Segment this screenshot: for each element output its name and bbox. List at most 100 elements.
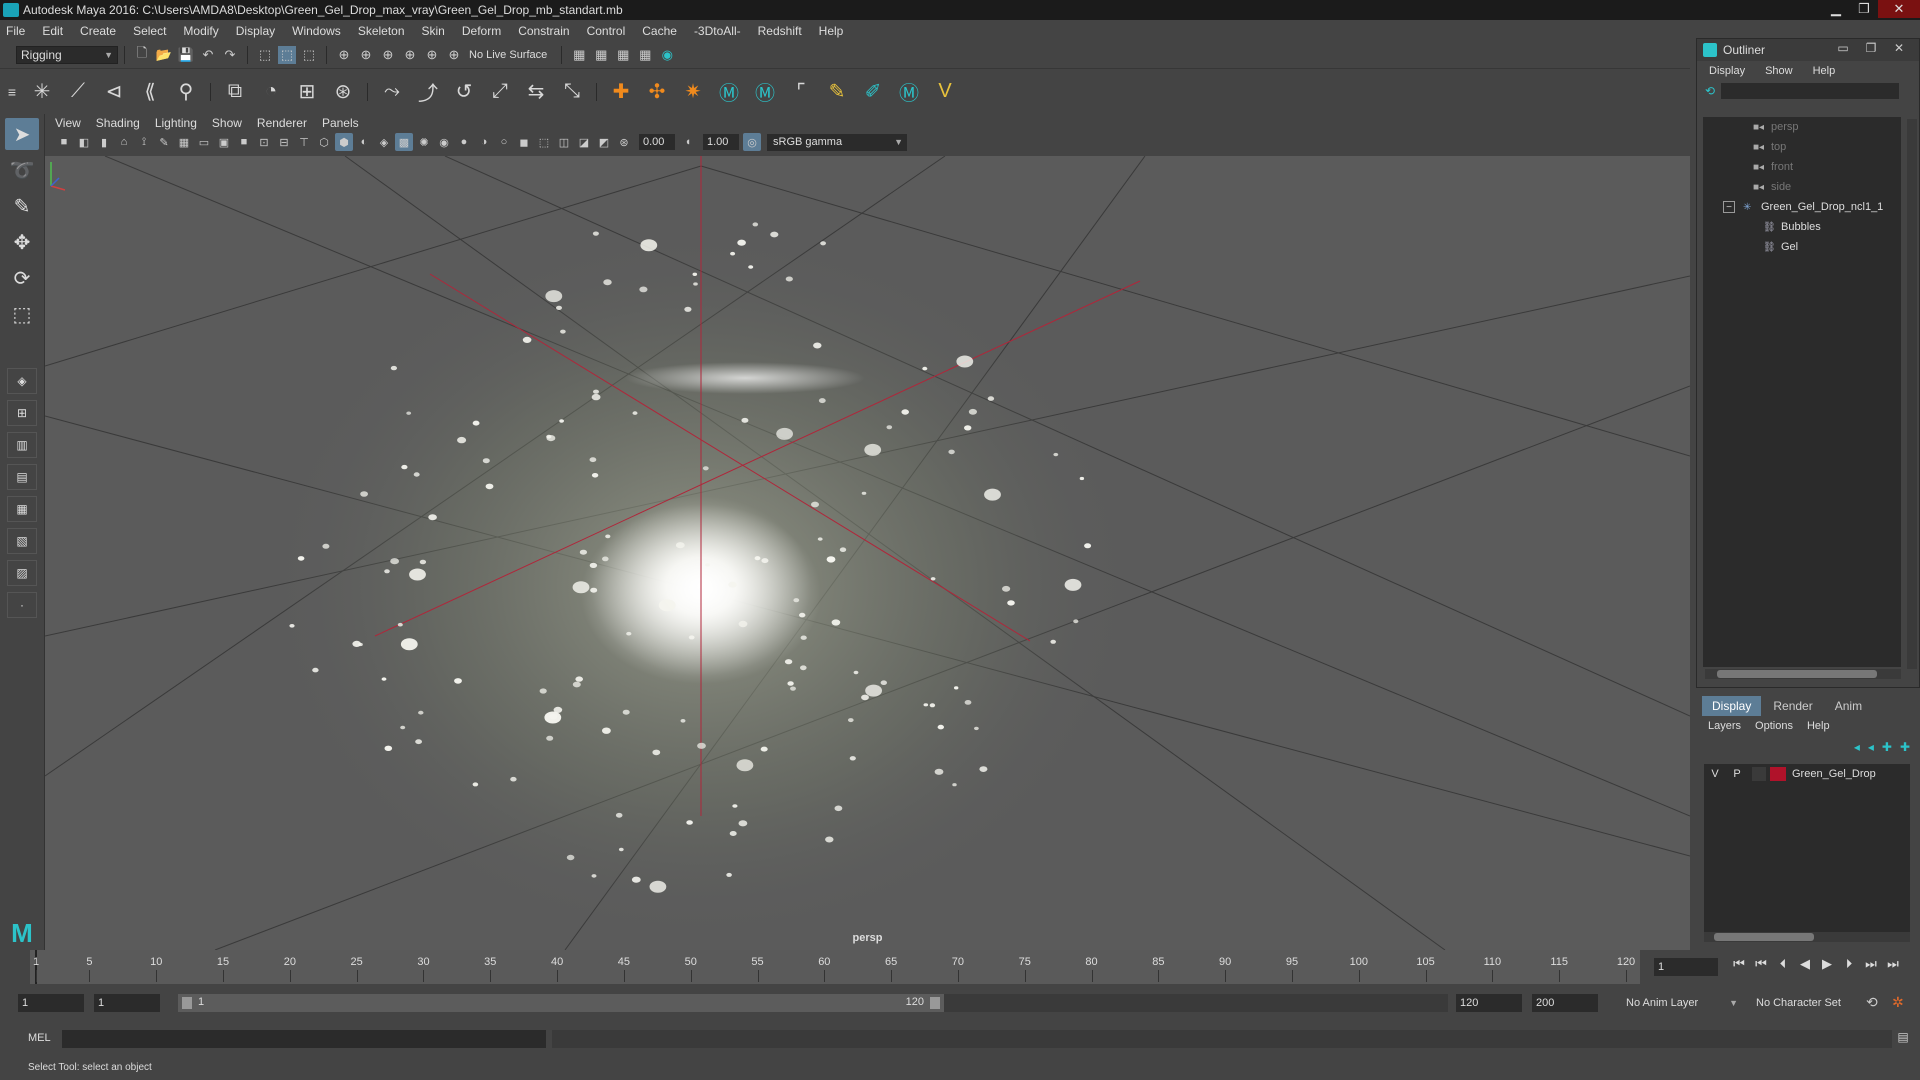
menu-edit[interactable]: Edit xyxy=(42,24,63,38)
screen-ao-icon[interactable]: ● xyxy=(455,133,473,151)
lasso-tool-icon[interactable]: ➰ xyxy=(5,154,39,186)
outliner-vertical-scrollbar[interactable] xyxy=(1907,119,1917,669)
layer-playback-toggle[interactable]: P xyxy=(1726,768,1748,780)
tab-render[interactable]: Render xyxy=(1763,696,1822,716)
blank-shelf-icon[interactable]: ⌜ xyxy=(786,77,816,107)
layout-menu-icon[interactable]: · xyxy=(7,592,37,618)
anti-aliasing-icon[interactable]: ○ xyxy=(495,133,513,151)
shelf-menu-icon[interactable]: ≡ xyxy=(3,77,21,107)
hypershade-icon[interactable]: ▦ xyxy=(636,46,654,64)
redshift-icon[interactable]: ◉ xyxy=(658,46,676,64)
persp-graph-layout-icon[interactable]: ▤ xyxy=(7,464,37,490)
tab-anim[interactable]: Anim xyxy=(1825,696,1872,716)
gamma-field[interactable]: 1.00 xyxy=(703,134,739,150)
new-layer-icon[interactable]: ✚ xyxy=(1882,740,1892,754)
exposure-icon[interactable]: ⊛ xyxy=(615,133,633,151)
play-backwards-icon[interactable]: ◀ xyxy=(1794,956,1816,972)
gate-mask-icon[interactable]: ■ xyxy=(235,133,253,151)
resolution-gate-icon[interactable]: ▣ xyxy=(215,133,233,151)
scale-constraint-icon[interactable]: ⤢ xyxy=(485,77,515,107)
ncloth-icon[interactable]: Ⓜ xyxy=(714,77,744,107)
wireframe-icon[interactable]: ⬡ xyxy=(315,133,333,151)
render-settings-icon[interactable]: ▦ xyxy=(614,46,632,64)
aim-constraint-icon[interactable]: ⤴ xyxy=(413,77,443,107)
bind-skin-icon[interactable]: ⧉ xyxy=(220,77,250,107)
hypershade-layout-icon[interactable]: ▦ xyxy=(7,496,37,522)
new-scene-icon[interactable]: 🗋 xyxy=(133,45,151,64)
tab-display[interactable]: Display xyxy=(1702,696,1762,716)
undo-icon[interactable]: ↶ xyxy=(199,46,217,64)
menu-windows[interactable]: Windows xyxy=(292,24,341,38)
orient-constraint-icon[interactable]: ↺ xyxy=(449,77,479,107)
color-management-icon[interactable]: ◎ xyxy=(743,133,761,151)
range-slider-range[interactable]: 1 120 xyxy=(178,994,944,1012)
emitter-icon[interactable]: ✷ xyxy=(678,77,708,107)
select-tool-icon[interactable]: ➤ xyxy=(5,118,39,150)
four-view-layout-icon[interactable]: ⊞ xyxy=(7,400,37,426)
live-surface-label[interactable]: No Live Surface xyxy=(469,49,547,61)
snap-curve-icon[interactable]: ⊕ xyxy=(357,46,375,64)
step-forward-frame-icon[interactable]: ⏵ xyxy=(1838,956,1860,972)
range-end-handle[interactable] xyxy=(930,997,940,1009)
menu-modify[interactable]: Modify xyxy=(183,24,218,38)
menu-skeleton[interactable]: Skeleton xyxy=(358,24,405,38)
menu-display[interactable]: Display xyxy=(236,24,275,38)
image-plane-icon[interactable]: ⌂ xyxy=(115,133,133,151)
xray-joints-icon[interactable]: ◩ xyxy=(595,133,613,151)
layer-visibility-toggle[interactable]: V xyxy=(1704,768,1726,780)
outliner-menu-display[interactable]: Display xyxy=(1709,65,1745,77)
viewport-menu-shading[interactable]: Shading xyxy=(96,116,140,130)
scale-tool-icon[interactable]: ⬚ xyxy=(5,298,39,330)
wireframe-on-shaded-icon[interactable]: ◈ xyxy=(375,133,393,151)
camera-attributes-icon[interactable]: ◧ xyxy=(75,133,93,151)
motion-blur-icon[interactable]: ◑ xyxy=(475,133,493,151)
character-set-dropdown[interactable]: No Character Set xyxy=(1750,994,1868,1012)
single-perspective-layout-icon[interactable]: ◈ xyxy=(7,368,37,394)
viewport-menu-renderer[interactable]: Renderer xyxy=(257,116,307,130)
isolate-select-icon[interactable]: ⬚ xyxy=(535,133,553,151)
nparticles-icon[interactable]: Ⓜ xyxy=(750,77,780,107)
pole-vector-icon[interactable]: ⤡ xyxy=(557,77,587,107)
open-scene-icon[interactable]: 📂 xyxy=(155,46,173,64)
snap-grid-icon[interactable]: ⊕ xyxy=(335,46,353,64)
layer-display-type[interactable] xyxy=(1752,767,1766,781)
create-locator-icon[interactable]: ✣ xyxy=(642,77,672,107)
move-layer-up-icon[interactable]: ◂ xyxy=(1854,740,1860,754)
select-hierarchy-icon[interactable]: ⬚ xyxy=(256,46,274,64)
menu-redshift[interactable]: Redshift xyxy=(758,24,802,38)
step-back-frame-icon[interactable]: ⏴ xyxy=(1772,956,1794,972)
layer-color-swatch[interactable] xyxy=(1770,767,1786,781)
two-d-pan-icon[interactable]: ⟟ xyxy=(135,133,153,151)
humanik-icon[interactable]: ⚲ xyxy=(171,77,201,107)
menu-3dtoall[interactable]: -3DtoAll- xyxy=(694,24,741,38)
default-lighting-icon[interactable]: ◐ xyxy=(355,133,373,151)
ipr-render-icon[interactable]: ▦ xyxy=(592,46,610,64)
custom-layout-icon[interactable]: ▧ xyxy=(7,528,37,554)
time-slider-track[interactable]: 1 5 10 15 20 25 30 35 40 45 50 55 60 65 70 75 80 85 90 95 10… xyxy=(30,950,1640,984)
field-chart-icon[interactable]: ⊡ xyxy=(255,133,273,151)
perspective-viewport[interactable]: persp xyxy=(45,156,1690,950)
outliner-item-bubbles[interactable]: ⛓ Bubbles xyxy=(1703,217,1901,237)
move-tool-icon[interactable]: ✥ xyxy=(5,226,39,258)
outliner-item-persp[interactable]: ■◂ persp xyxy=(1703,117,1901,137)
go-to-end-icon[interactable]: ⏭ xyxy=(1882,956,1904,972)
grease-pencil-icon[interactable]: ✎ xyxy=(155,133,173,151)
paint-select-icon[interactable]: ✎ xyxy=(5,190,39,222)
menu-control[interactable]: Control xyxy=(587,24,626,38)
animation-preferences-icon[interactable]: ✲ xyxy=(1892,994,1904,1011)
animation-end-field[interactable]: 200 xyxy=(1532,994,1598,1012)
vray-icon[interactable]: V xyxy=(930,77,960,107)
scrollbar-thumb[interactable] xyxy=(1717,670,1877,678)
gamma-icon[interactable]: ◖ xyxy=(679,133,697,151)
layer-row[interactable]: V P Green_Gel_Drop xyxy=(1704,764,1910,784)
command-language-label[interactable]: MEL xyxy=(28,1032,51,1044)
outliner-menu-help[interactable]: Help xyxy=(1813,65,1836,77)
close-button[interactable]: ✕ xyxy=(1878,0,1920,18)
layer-menu-help[interactable]: Help xyxy=(1807,720,1830,732)
color-space-dropdown[interactable]: sRGB gamma ▼ xyxy=(767,133,907,151)
move-layer-down-icon[interactable]: ◂ xyxy=(1868,740,1874,754)
scrollbar-thumb[interactable] xyxy=(1714,933,1814,941)
script-editor-icon[interactable]: ▤ xyxy=(1894,1030,1912,1048)
outliner-menu-show[interactable]: Show xyxy=(1765,65,1793,77)
outliner-horizontal-scrollbar[interactable] xyxy=(1705,669,1901,679)
